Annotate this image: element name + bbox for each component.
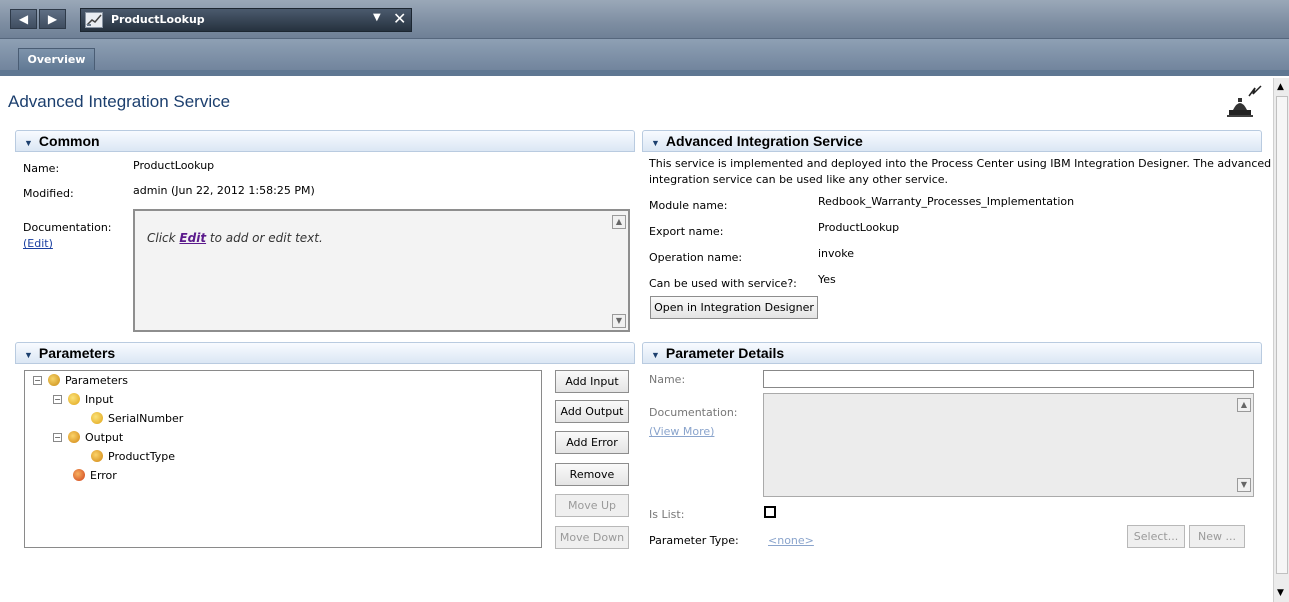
back-button[interactable]: ◀	[10, 9, 37, 29]
forward-button[interactable]: ▶	[39, 9, 66, 29]
editor-titlebar: ◀ ▶ ProductLookup ▼ ✕	[0, 0, 1289, 38]
operation-name-label: Operation name:	[649, 251, 743, 264]
parameter-details-heading: Parameter Details	[665, 345, 785, 361]
page-title: Advanced Integration Service	[8, 92, 231, 111]
error-icon	[73, 469, 85, 481]
scroll-down-icon[interactable]: ▼	[612, 314, 626, 328]
parameters-section-header[interactable]: ▼ Parameters	[15, 342, 635, 364]
caret-down-icon[interactable]: ▼	[24, 138, 33, 148]
module-name-value: Redbook_Warranty_Processes_Implementatio…	[818, 195, 1075, 208]
select-type-button[interactable]: Select...	[1127, 525, 1185, 548]
tree-node-input[interactable]: − Input	[53, 392, 113, 408]
input-arrow-icon	[68, 393, 80, 405]
parameters-icon	[48, 374, 60, 386]
pd-documentation-label: Documentation:	[649, 406, 738, 419]
module-name-label: Module name:	[649, 199, 728, 212]
caret-down-icon[interactable]: ▼	[651, 350, 660, 360]
export-name-label: Export name:	[649, 225, 724, 238]
ais-heading: Advanced Integration Service	[665, 133, 863, 149]
parameters-heading: Parameters	[38, 345, 116, 361]
move-up-button[interactable]: Move Up	[555, 494, 629, 517]
add-input-button[interactable]: Add Input	[555, 370, 629, 393]
documentation-box[interactable]: Click Edit to add or edit text. ▲ ▼	[133, 209, 630, 332]
parameter-type-label: Parameter Type:	[649, 534, 739, 547]
ais-description-line2: integration service can be used like any…	[649, 173, 949, 186]
common-section-header[interactable]: ▼ Common	[15, 130, 635, 152]
open-in-integration-designer-button[interactable]: Open in Integration Designer	[650, 296, 818, 319]
output-arrow-icon	[68, 431, 80, 443]
can-be-used-value: Yes	[818, 273, 836, 286]
parameter-details-section-header[interactable]: ▼ Parameter Details	[642, 342, 1262, 364]
tree-node-error[interactable]: Error	[73, 468, 117, 484]
is-list-label: Is List:	[649, 508, 685, 521]
page-scrollbar[interactable]: ▲ ▼	[1273, 78, 1289, 602]
parameter-type-link[interactable]: <none>	[768, 534, 814, 547]
modified-value: admin (Jun 22, 2012 1:58:25 PM)	[133, 184, 315, 197]
scroll-down-icon[interactable]: ▼	[1237, 478, 1251, 492]
collapse-icon[interactable]: −	[53, 433, 62, 442]
tree-node-producttype[interactable]: ProductType	[91, 449, 175, 465]
add-error-button[interactable]: Add Error	[555, 431, 629, 454]
documentation-label: Documentation:	[23, 221, 112, 234]
view-tab-bar: Overview	[0, 38, 1289, 74]
common-heading: Common	[38, 133, 100, 149]
tree-node-output[interactable]: − Output	[53, 430, 123, 446]
view-more-link[interactable]: (View More)	[649, 425, 714, 438]
name-label: Name:	[23, 162, 60, 175]
close-icon[interactable]: ✕	[393, 9, 406, 28]
pd-name-label: Name:	[649, 373, 686, 386]
name-value: ProductLookup	[133, 159, 215, 172]
parameters-tree[interactable]: − Parameters − Input SerialNumber − Output …	[24, 370, 542, 548]
collapse-icon[interactable]: −	[53, 395, 62, 404]
tab-underline	[0, 70, 1289, 76]
scrollbar-thumb[interactable]	[1276, 96, 1288, 574]
ais-section-header[interactable]: ▼ Advanced Integration Service	[642, 130, 1262, 152]
collapse-icon[interactable]: −	[33, 376, 42, 385]
tab-overview[interactable]: Overview	[18, 48, 95, 72]
pd-name-input[interactable]	[763, 370, 1254, 388]
scroll-down-icon[interactable]: ▼	[1277, 588, 1284, 598]
scroll-up-icon[interactable]: ▲	[612, 215, 626, 229]
new-type-button[interactable]: New ...	[1189, 525, 1245, 548]
move-down-button[interactable]: Move Down	[555, 526, 629, 549]
scroll-up-icon[interactable]: ▲	[1237, 398, 1251, 412]
lamp-service-icon	[1225, 84, 1265, 121]
pd-documentation-box[interactable]: ▲ ▼	[763, 393, 1254, 497]
documentation-edit-link[interactable]: (Edit)	[23, 237, 53, 250]
tree-node-serialnumber[interactable]: SerialNumber	[91, 411, 183, 427]
history-nav: ◀ ▶	[10, 9, 68, 29]
export-name-value: ProductLookup	[818, 221, 900, 234]
ais-description-line1: This service is implemented and deployed…	[649, 157, 1272, 170]
modified-label: Modified:	[23, 187, 74, 200]
tree-node-parameters[interactable]: − Parameters	[33, 373, 128, 389]
add-output-button[interactable]: Add Output	[555, 400, 629, 423]
is-list-checkbox[interactable]	[764, 506, 776, 518]
chevron-down-icon[interactable]: ▼	[373, 12, 381, 23]
remove-button[interactable]: Remove	[555, 463, 629, 486]
operation-name-value: invoke	[818, 247, 855, 260]
documentation-hint-edit-link[interactable]: Edit	[179, 231, 206, 245]
editor-tab-productlookup[interactable]: ProductLookup ▼ ✕	[80, 8, 412, 32]
caret-down-icon[interactable]: ▼	[651, 138, 660, 148]
output-arrow-icon	[91, 450, 103, 462]
scroll-up-icon[interactable]: ▲	[1277, 82, 1284, 92]
input-arrow-icon	[91, 412, 103, 424]
caret-down-icon[interactable]: ▼	[24, 350, 33, 360]
documentation-hint: Click Edit to add or edit text.	[147, 231, 323, 245]
process-icon	[85, 12, 103, 28]
editor-tab-title: ProductLookup	[111, 13, 205, 26]
can-be-used-label: Can be used with service?:	[649, 277, 797, 290]
